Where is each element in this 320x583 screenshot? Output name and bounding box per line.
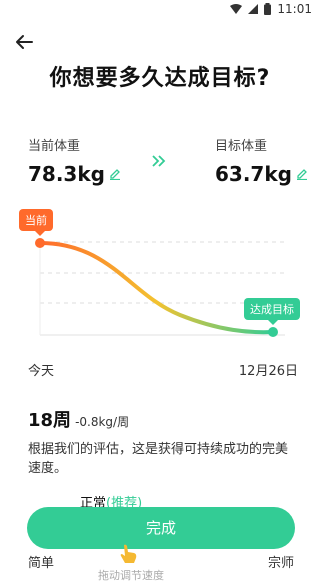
duration-summary: 18周 -0.8kg/周 — [28, 406, 129, 432]
target-weight: 目标体重 63.7kg — [215, 135, 308, 186]
current-weight-value: 78.3kg — [28, 162, 105, 186]
status-time: 11:01 — [277, 2, 312, 16]
x-axis-start-label: 今天 — [28, 364, 55, 379]
drag-hint-text: 拖动调节速度 — [98, 569, 164, 582]
edit-target-weight-icon[interactable] — [296, 165, 308, 184]
target-weight-value: 63.7kg — [215, 162, 292, 186]
pace-slider-min-label: 简单 — [28, 556, 55, 571]
hand-pointer-icon[interactable] — [118, 543, 140, 569]
pace-slider-max-label: 宗师 — [267, 556, 294, 571]
duration-weeks: 18周 — [28, 410, 72, 431]
current-weight: 当前体重 78.3kg — [28, 135, 121, 186]
arrow-left-icon — [16, 35, 33, 49]
status-bar: 11:01 — [0, 0, 320, 20]
target-weight-label: 目标体重 — [215, 139, 268, 154]
status-icons: 11:01 — [230, 2, 312, 16]
current-tag: 当前 — [19, 209, 53, 236]
battery-icon — [264, 3, 272, 15]
end-point — [268, 327, 278, 337]
weight-curve — [38, 241, 275, 335]
start-point — [35, 238, 45, 248]
weekly-rate: -0.8kg/周 — [75, 415, 130, 429]
signal-icon — [248, 4, 259, 14]
description-text: 根据我们的评估，这是获得可持续成功的完美速度。 — [28, 442, 289, 476]
double-chevron-right-icon — [152, 152, 166, 171]
page-title: 你想要多久达成目标? — [49, 66, 271, 91]
x-axis-end-label: 12月26日 — [238, 364, 298, 379]
wifi-icon — [230, 4, 243, 14]
current-weight-label: 当前体重 — [28, 139, 81, 154]
edit-current-weight-icon[interactable] — [109, 165, 121, 184]
goal-tag: 达成目标 — [244, 298, 300, 325]
back-button[interactable] — [12, 30, 40, 58]
done-button[interactable]: 完成 — [27, 507, 295, 549]
